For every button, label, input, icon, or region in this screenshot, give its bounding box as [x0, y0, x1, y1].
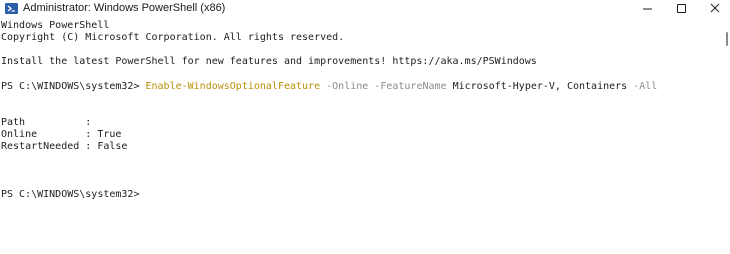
param-online: -Online	[320, 81, 369, 92]
update-notice-line: Install the latest PowerShell for new fe…	[1, 56, 537, 67]
minimize-icon	[643, 8, 652, 10]
close-button[interactable]	[697, 0, 730, 18]
powershell-icon	[5, 3, 18, 14]
close-icon	[710, 3, 720, 13]
maximize-button[interactable]	[665, 0, 699, 18]
banner-line: Windows PowerShell	[1, 20, 110, 31]
param-featurename: -FeatureName	[368, 81, 447, 92]
title-bar[interactable]: Administrator: Windows PowerShell (x86)	[0, 0, 730, 18]
param-all: -All	[627, 81, 658, 92]
scrollbar-thumb[interactable]	[726, 32, 728, 46]
output-online: Online : True	[1, 129, 122, 140]
window-title: Administrator: Windows PowerShell (x86)	[23, 2, 226, 14]
prompt-line: PS C:\WINDOWS\system32>	[1, 189, 140, 200]
maximize-icon	[677, 4, 686, 13]
vertical-scrollbar[interactable]	[724, 18, 730, 254]
terminal-output[interactable]: Windows PowerShell Copyright (C) Microso…	[0, 18, 724, 254]
command-line: PS C:\WINDOWS\system32> Enable-WindowsOp…	[1, 81, 657, 93]
output-path: Path :	[1, 117, 92, 128]
output-restart-needed: RestartNeeded : False	[1, 141, 128, 152]
cmdlet-name: Enable-WindowsOptionalFeature	[145, 81, 321, 92]
featurename-value: Microsoft-Hyper-V, Containers	[446, 81, 628, 92]
prompt: PS C:\WINDOWS\system32>	[1, 81, 146, 92]
minimize-button[interactable]	[631, 0, 665, 18]
copyright-line: Copyright (C) Microsoft Corporation. All…	[1, 32, 345, 43]
